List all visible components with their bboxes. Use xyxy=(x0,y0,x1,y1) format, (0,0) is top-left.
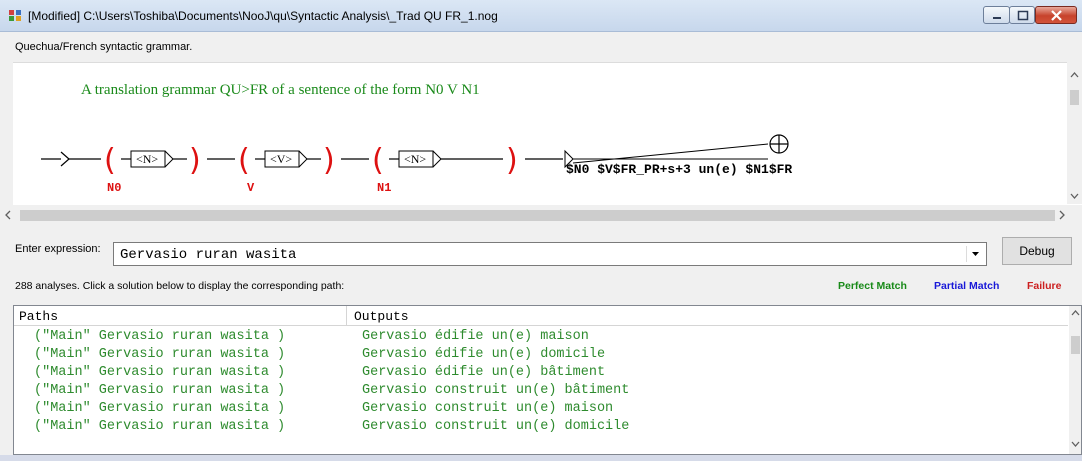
table-row[interactable]: ("Main" Gervasio ruran wasita ) Gervasio… xyxy=(14,400,1068,418)
box-label: <N> xyxy=(136,152,158,166)
initial-node[interactable] xyxy=(41,151,70,167)
table-row[interactable]: ("Main" Gervasio ruran wasita ) Gervasio… xyxy=(14,364,1068,382)
output-cell: Gervasio construit un(e) maison xyxy=(362,401,614,416)
box-label: <N> xyxy=(404,152,426,166)
scroll-thumb xyxy=(1070,90,1079,105)
debug-button[interactable]: Debug xyxy=(1002,237,1072,265)
output-cell: Gervasio édifie un(e) domicile xyxy=(362,347,606,362)
table-row[interactable]: ("Main" Gervasio ruran wasita ) Gervasio… xyxy=(14,328,1068,346)
path-cell: ("Main" Gervasio ruran wasita ) xyxy=(34,383,286,398)
close-paren: ) xyxy=(323,143,335,178)
close-button[interactable] xyxy=(1035,6,1077,24)
close-paren: ) xyxy=(506,143,518,178)
column-header-paths[interactable]: Paths xyxy=(19,309,58,324)
chevron-down-icon[interactable] xyxy=(966,246,984,262)
path-cell: ("Main" Gervasio ruran wasita ) xyxy=(34,401,286,416)
maximize-icon xyxy=(1017,10,1029,21)
table-row[interactable]: ("Main" Gervasio ruran wasita ) Gervasio… xyxy=(14,418,1068,436)
legend-partial-match: Partial Match xyxy=(934,280,1000,292)
variable-label: N0 xyxy=(107,181,121,195)
expression-label: Enter expression: xyxy=(15,243,101,255)
scroll-down-icon xyxy=(1070,193,1079,199)
scroll-down-icon xyxy=(1071,441,1080,447)
open-paren: ( xyxy=(238,143,250,178)
node-n1[interactable]: ( <N> ) N1 xyxy=(372,143,518,195)
results-table[interactable]: Paths Outputs ("Main" Gervasio ruran was… xyxy=(13,305,1082,455)
column-header-outputs[interactable]: Outputs xyxy=(354,309,409,324)
table-header: Paths Outputs xyxy=(14,306,1068,326)
output-cell: Gervasio construit un(e) bâtiment xyxy=(362,383,630,398)
open-paren: ( xyxy=(104,143,116,178)
scroll-up-icon xyxy=(1071,310,1080,316)
legend-failure: Failure xyxy=(1027,280,1062,292)
scroll-up-icon xyxy=(1070,72,1079,78)
grammar-description: Quechua/French syntactic grammar. xyxy=(15,41,193,53)
grammar-graph[interactable]: A translation grammar QU>FR of a sentenc… xyxy=(13,63,1067,205)
table-row[interactable]: ("Main" Gervasio ruran wasita ) Gervasio… xyxy=(14,346,1068,364)
output-node[interactable]: $N0 $V$FR_PR+s+3 un(e) $N1$FR xyxy=(564,143,792,177)
node-v[interactable]: ( <V> ) V xyxy=(238,143,335,195)
close-icon xyxy=(1051,10,1062,21)
scroll-thumb[interactable] xyxy=(20,210,1055,221)
scroll-left-icon xyxy=(5,210,11,220)
minimize-button[interactable] xyxy=(983,6,1010,24)
maximize-button[interactable] xyxy=(1009,6,1035,24)
minimize-icon xyxy=(993,17,1001,19)
output-cell: Gervasio édifie un(e) bâtiment xyxy=(362,365,606,380)
output-label: $N0 $V$FR_PR+s+3 un(e) $N1$FR xyxy=(566,162,792,177)
window-title: [Modified] C:\Users\Toshiba\Documents\No… xyxy=(28,9,498,23)
node-n0[interactable]: ( <N> ) N0 xyxy=(104,143,201,195)
expression-input[interactable]: Gervasio ruran wasita xyxy=(120,247,296,263)
path-cell: ("Main" Gervasio ruran wasita ) xyxy=(34,347,286,362)
path-cell: ("Main" Gervasio ruran wasita ) xyxy=(34,329,286,344)
legend-perfect-match: Perfect Match xyxy=(838,280,907,292)
graph-comment: A translation grammar QU>FR of a sentenc… xyxy=(81,82,480,98)
expression-combobox[interactable]: Gervasio ruran wasita xyxy=(113,242,987,266)
variable-label: N1 xyxy=(377,181,391,195)
graph-vertical-scrollbar[interactable] xyxy=(1067,62,1082,204)
title-bar: [Modified] C:\Users\Toshiba\Documents\No… xyxy=(0,0,1082,32)
graph-horizontal-scrollbar[interactable] xyxy=(0,205,1082,225)
scroll-thumb xyxy=(1071,336,1080,354)
output-cell: Gervasio construit un(e) domicile xyxy=(362,419,630,434)
analyses-count-text: 288 analyses. Click a solution below to … xyxy=(15,280,345,292)
box-label: <V> xyxy=(270,152,292,166)
path-cell: ("Main" Gervasio ruran wasita ) xyxy=(34,419,286,434)
table-row[interactable]: ("Main" Gervasio ruran wasita ) Gervasio… xyxy=(14,382,1068,400)
path-cell: ("Main" Gervasio ruran wasita ) xyxy=(34,365,286,380)
window-bottom-border xyxy=(0,455,1082,461)
terminal-node[interactable] xyxy=(769,134,789,154)
variable-label: V xyxy=(247,181,255,195)
output-cell: Gervasio édifie un(e) maison xyxy=(362,329,589,344)
column-divider[interactable] xyxy=(346,306,347,326)
grammar-graph-canvas[interactable]: A translation grammar QU>FR of a sentenc… xyxy=(13,62,1082,205)
results-vertical-scrollbar[interactable] xyxy=(1069,306,1081,454)
nooj-app-icon xyxy=(9,10,21,21)
close-paren: ) xyxy=(189,143,201,178)
scroll-right-icon xyxy=(1059,210,1065,220)
open-paren: ( xyxy=(372,143,384,178)
